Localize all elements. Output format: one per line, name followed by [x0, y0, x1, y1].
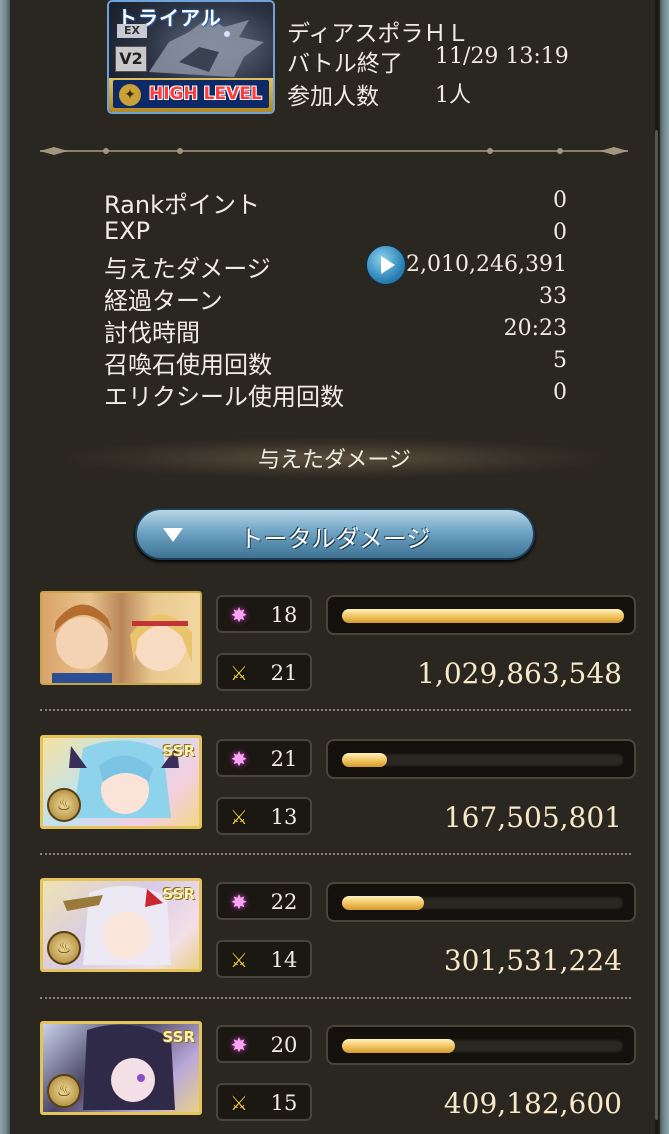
stat1-value: 20: [270, 1033, 298, 1057]
ssr-badge: SSR: [162, 885, 195, 903]
stat-value-exp: 0: [553, 220, 567, 245]
crossed-swords-icon: ⚔: [230, 661, 248, 685]
damage-bar: [326, 739, 636, 779]
battle-end-row: バトル終了 11/29 13:19: [287, 44, 569, 78]
damage-bar: [326, 1025, 636, 1065]
high-level-icon: ✦: [119, 84, 141, 106]
member-row: SSR ♨ ✸ 20 ⚔ 15 409,182,600: [40, 1021, 640, 1131]
damage-bar-fill: [342, 896, 424, 910]
stat-value-summons: 5: [553, 348, 567, 373]
total-damage-dropdown[interactable]: トータルダメージ: [135, 508, 535, 560]
stat1-value: 22: [270, 890, 298, 914]
battle-end-time: 11/29 13:19: [435, 44, 569, 69]
member-row: ✸ 18 ⚔ 21 1,029,863,548: [40, 591, 640, 701]
left-frame: [0, 0, 10, 1134]
right-frame: [660, 0, 669, 1134]
stat1-pill: ✸ 21: [216, 739, 312, 777]
stat-label-exp: EXP: [104, 217, 151, 245]
damage-value: 301,531,224: [443, 944, 622, 977]
portrait-main-character[interactable]: [40, 591, 202, 685]
member-row: SSR ♨ ✸ 22 ⚔ 14 301,531,224: [40, 878, 640, 988]
quest-thumbnail: トライアル EX V2 ✦ HIGH LEVEL: [107, 0, 275, 114]
damage-value: 409,182,600: [443, 1087, 622, 1120]
stat2-pill: ⚔ 21: [216, 653, 312, 691]
stat-label-elixir: エリクシール使用回数: [104, 383, 344, 411]
stat1-value: 21: [270, 747, 298, 771]
damage-bar-fill: [342, 1039, 455, 1053]
ex-badge: EX: [117, 24, 147, 38]
version-badge: V2: [115, 46, 147, 72]
stat-value-elixir: 0: [553, 380, 567, 405]
crossed-swords-icon: ⚔: [230, 948, 248, 972]
damage-bar: [326, 882, 636, 922]
stat1-pill: ✸ 20: [216, 1025, 312, 1063]
fire-element-icon: ♨: [47, 788, 81, 822]
stat-value-time: 20:23: [503, 316, 567, 341]
character-art: [52, 604, 192, 683]
stat-label-turns: 経過ターン: [104, 287, 223, 315]
stat-label-summons: 召喚石使用回数: [104, 351, 272, 379]
stat2-pill: ⚔ 13: [216, 797, 312, 835]
ssr-badge: SSR: [162, 742, 195, 760]
total-damage-label: トータルダメージ: [239, 525, 431, 553]
stat-label-rank: Rankポイント: [104, 191, 260, 219]
damage-bar-fill: [342, 609, 624, 623]
sparkle-icon: ✸: [230, 1033, 248, 1057]
section-title: 与えたダメージ: [258, 448, 411, 473]
quest-name: ディアスポラＨＬ: [287, 21, 470, 47]
sparkle-icon: ✸: [230, 603, 248, 627]
row-separator: [40, 853, 631, 855]
stat1-pill: ✸ 22: [216, 882, 312, 920]
stat1-value: 18: [270, 603, 298, 627]
sparkle-icon: ✸: [230, 890, 248, 914]
crossed-swords-icon: ⚔: [230, 805, 248, 829]
play-icon[interactable]: [366, 245, 406, 285]
participants-row: 参加人数 1人: [287, 77, 471, 111]
scrollbar-thumb[interactable]: [655, 130, 658, 1120]
battle-end-label: バトル終了: [287, 51, 403, 77]
stat2-pill: ⚔ 14: [216, 940, 312, 978]
high-level-label: HIGH LEVEL: [149, 84, 262, 104]
stat-value-damage: 2,010,246,391: [406, 252, 567, 277]
stat-value-turns: 33: [539, 284, 567, 309]
portrait-ssr-character[interactable]: SSR ♨: [40, 735, 202, 829]
stat-value-rank: 0: [553, 188, 567, 213]
ornamental-divider: [40, 147, 628, 155]
row-separator: [40, 997, 631, 999]
stat2-pill: ⚔ 15: [216, 1083, 312, 1121]
stat-label-time: 討伐時間: [104, 319, 200, 347]
stat2-value: 13: [270, 805, 298, 829]
high-level-badge: ✦ HIGH LEVEL: [109, 78, 273, 112]
participants-value: 1人: [435, 83, 471, 108]
stat2-value: 21: [270, 661, 298, 685]
crossed-swords-icon: ⚔: [230, 1091, 248, 1115]
portrait-ssr-character[interactable]: SSR ♨: [40, 1021, 202, 1115]
row-separator: [40, 709, 631, 711]
fire-element-icon: ♨: [47, 1074, 81, 1108]
damage-value: 1,029,863,548: [417, 657, 622, 690]
damage-value: 167,505,801: [443, 801, 622, 834]
participants-label: 参加人数: [287, 84, 379, 110]
damage-bar: [326, 595, 636, 635]
portrait-ssr-character[interactable]: SSR ♨: [40, 878, 202, 972]
stat2-value: 14: [270, 948, 298, 972]
stat2-value: 15: [270, 1091, 298, 1115]
member-row: SSR ♨ ✸ 21 ⚔ 13 167,505,801: [40, 735, 640, 845]
fire-element-icon: ♨: [47, 931, 81, 965]
damage-bar-fill: [342, 753, 388, 767]
stat1-pill: ✸ 18: [216, 595, 312, 633]
stat-label-damage: 与えたダメージ: [104, 255, 271, 283]
sparkle-icon: ✸: [230, 747, 248, 771]
ssr-badge: SSR: [162, 1028, 195, 1046]
